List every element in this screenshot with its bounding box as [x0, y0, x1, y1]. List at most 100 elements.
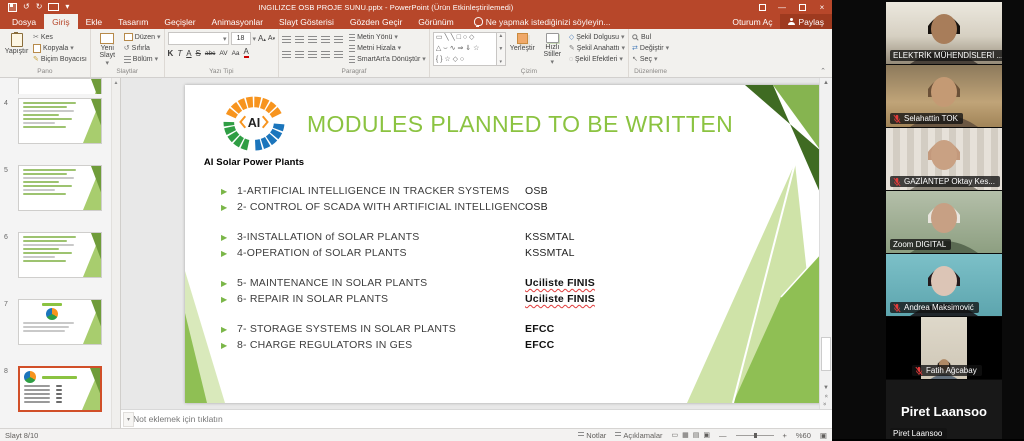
ribbon-tab-ekle[interactable]: Ekle	[78, 14, 111, 29]
shrink-font-button[interactable]: A▾	[268, 35, 275, 42]
select-button[interactable]: ↖Seç▾	[632, 54, 669, 64]
ribbon-tab-giri[interactable]: Giriş	[44, 14, 77, 29]
tell-me-box[interactable]: Ne yapmak istediğinizi söyleyin...	[474, 14, 611, 29]
close-button[interactable]: ×	[812, 0, 832, 14]
thumbnail-scrollbar[interactable]: ▲	[111, 78, 120, 428]
participant-tile-selahattin-tok[interactable]: Selahattin TOK	[886, 65, 1002, 127]
line-spacing-button[interactable]	[334, 36, 343, 43]
zoom-in-button[interactable]: +	[783, 431, 787, 440]
notes-splitter[interactable]: ▾	[123, 412, 134, 427]
section-button[interactable]: Bölüm▾	[124, 54, 161, 64]
find-button[interactable]: Bul	[632, 32, 669, 42]
participant-tile-andrea-maksimovi[interactable]: Andrea Maksimović	[886, 254, 1002, 316]
align-left-button[interactable]	[282, 51, 291, 58]
shape-effects-button[interactable]: ◌Şekil Efektleri▾	[569, 54, 625, 64]
ribbon-tab-g-r-n-m[interactable]: Görünüm	[410, 14, 461, 29]
numbering-button[interactable]	[295, 36, 304, 43]
ribbon-tab-tasar-m[interactable]: Tasarım	[110, 14, 156, 29]
start-slideshow-icon[interactable]	[48, 3, 59, 11]
slide-item[interactable]: ▶1-ARTIFICIAL INTELLIGENCE IN TRACKER SY…	[221, 183, 807, 199]
shapes-gallery-scrollbar[interactable]: ▲ ▼ ▾	[497, 32, 506, 66]
copy-button[interactable]: Kopyala▾	[33, 43, 87, 53]
strikethrough-button[interactable]: S	[196, 49, 201, 58]
slide-thumbnail[interactable]	[18, 98, 102, 144]
ribbon-tab-slayt-g-sterisi[interactable]: Slayt Gösterisi	[271, 14, 342, 29]
slide-canvas[interactable]: AI AI Solar Power Plants MODULES PLANNED…	[185, 85, 821, 403]
shapes-gallery[interactable]: ▭ ╲ ╲ □ ○ ◇ △ ⌣ ∿ ⇒ ⇓ ☆ { } ☆ ◇ ○	[433, 32, 497, 66]
collapse-ribbon-icon[interactable]: ⌃	[820, 67, 826, 75]
normal-view-button[interactable]: ▭	[672, 431, 679, 439]
notes-toggle-button[interactable]: Notlar	[578, 431, 606, 440]
quick-styles-button[interactable]: Hızlı Stiller ▾	[539, 32, 566, 67]
participant-tile-piret-laansoo[interactable]: Piret LaansooPiret Laansoo	[886, 380, 1002, 439]
justify-button[interactable]	[321, 51, 330, 58]
slide-thumbnail[interactable]	[18, 366, 102, 412]
replace-button[interactable]: ⇄Değiştir▾	[632, 43, 669, 53]
ribbon-tab-g-zden-ge-ir[interactable]: Gözden Geçir	[342, 14, 410, 29]
align-text-button[interactable]: Metni Hizala▾	[349, 43, 426, 53]
font-color-button[interactable]: A	[244, 48, 249, 58]
bullets-button[interactable]	[282, 36, 291, 43]
ribbon-tab-dosya[interactable]: Dosya	[4, 14, 44, 29]
slide-item[interactable]: ▶3-INSTALLATION of SOLAR PLANTSKSSMTAL	[221, 229, 807, 245]
sign-in-button[interactable]: Oturum Aç	[724, 14, 780, 29]
comments-toggle-button[interactable]: Açıklamalar	[615, 431, 662, 440]
slide-thumbnail[interactable]	[18, 78, 102, 94]
slide-item[interactable]: ▶5- MAINTENANCE IN SOLAR PLANTSUciliste …	[221, 275, 807, 291]
underline-button[interactable]: A	[186, 49, 191, 58]
editor-scrollbar[interactable]: ▲ ▼ « «	[819, 78, 832, 409]
shape-outline-button[interactable]: ✎Şekil Anahattı▾	[569, 43, 625, 53]
next-slide-button[interactable]: «	[823, 402, 829, 405]
participant-tile-gazi-antep-oktay-kes[interactable]: GAZİANTEP Oktay Kes...	[886, 128, 1002, 190]
shape-fill-button[interactable]: ◇Şekil Dolgusu▾	[569, 32, 625, 42]
participant-tile-fatih-a-cabay[interactable]: Fatih Ağcabay	[886, 317, 1002, 379]
slideshow-view-button[interactable]: ▣	[703, 431, 710, 439]
redo-icon[interactable]: ↻	[36, 3, 43, 11]
zoom-slider[interactable]	[736, 435, 774, 436]
slide-item[interactable]: ▶8- CHARGE REGULATORS IN GESEFCC	[221, 337, 807, 353]
italic-button[interactable]: T	[177, 49, 182, 58]
scrollbar-thumb[interactable]	[821, 337, 831, 371]
slide-thumbnail[interactable]	[18, 165, 102, 211]
slide-item[interactable]: ▶6- REPAIR IN SOLAR PLANTSUciliste FINIS	[221, 291, 807, 307]
new-slide-button[interactable]: Yeni Slayt ▾	[94, 32, 121, 67]
slide-item[interactable]: ▶2- CONTROL OF SCADA WITH ARTIFICIAL INT…	[221, 199, 807, 215]
font-name-combo[interactable]: ▾	[168, 32, 229, 45]
layout-button[interactable]: Düzen▾	[124, 32, 161, 42]
align-center-button[interactable]	[295, 51, 304, 58]
grow-font-button[interactable]: A▴	[258, 34, 266, 43]
smartart-button[interactable]: SmartArt'a Dönüştür▾	[349, 54, 426, 64]
slide-item[interactable]: ▶7- STORAGE SYSTEMS IN SOLAR PLANTSEFCC	[221, 321, 807, 337]
font-size-combo[interactable]: 18	[231, 32, 251, 45]
decrease-indent-button[interactable]	[308, 36, 317, 43]
share-button[interactable]: Paylaş	[780, 14, 832, 29]
ribbon-display-options-button[interactable]	[752, 0, 772, 14]
notes-pane[interactable]: ▾ Not eklemek için tıklatın	[121, 409, 832, 428]
participant-tile-zoom-digital[interactable]: Zoom DIGITAL	[886, 191, 1002, 253]
save-icon[interactable]	[8, 3, 17, 12]
change-case-button[interactable]: Aa	[232, 50, 240, 57]
slide-item[interactable]: ▶4-OPERATION of SOLAR PLANTSKSSMTAL	[221, 245, 807, 261]
text-direction-button[interactable]: Metin Yönü▾	[349, 32, 426, 42]
previous-slide-button[interactable]: «	[823, 394, 829, 397]
zoom-out-button[interactable]: —	[719, 431, 727, 440]
reading-view-button[interactable]: ▤	[693, 431, 700, 439]
bold-button[interactable]: K	[168, 49, 174, 58]
text-shadow-button[interactable]: abc	[205, 50, 215, 57]
slide-thumbnail[interactable]	[18, 299, 102, 345]
slide-title[interactable]: MODULES PLANNED TO BE WRITTEN	[307, 111, 733, 138]
increase-indent-button[interactable]	[321, 36, 330, 43]
slide-thumbnail[interactable]	[18, 232, 102, 278]
company-logo[interactable]: AI AI Solar Power Plants	[203, 93, 305, 168]
undo-icon[interactable]: ↺	[23, 3, 30, 11]
ribbon-tab-animasyonlar[interactable]: Animasyonlar	[204, 14, 272, 29]
zoom-level[interactable]: %60	[796, 431, 811, 440]
arrange-button[interactable]: Yerleştir	[509, 32, 536, 67]
zoom-slider-knob[interactable]	[754, 433, 757, 438]
paste-button[interactable]: Yapıştır	[3, 32, 30, 67]
format-painter-button[interactable]: ✎Biçim Boyacısı	[33, 54, 87, 64]
align-right-button[interactable]	[308, 51, 317, 58]
columns-button[interactable]	[334, 51, 343, 58]
slide-sorter-view-button[interactable]: ▦	[682, 431, 689, 439]
minimize-button[interactable]: —	[772, 0, 792, 14]
